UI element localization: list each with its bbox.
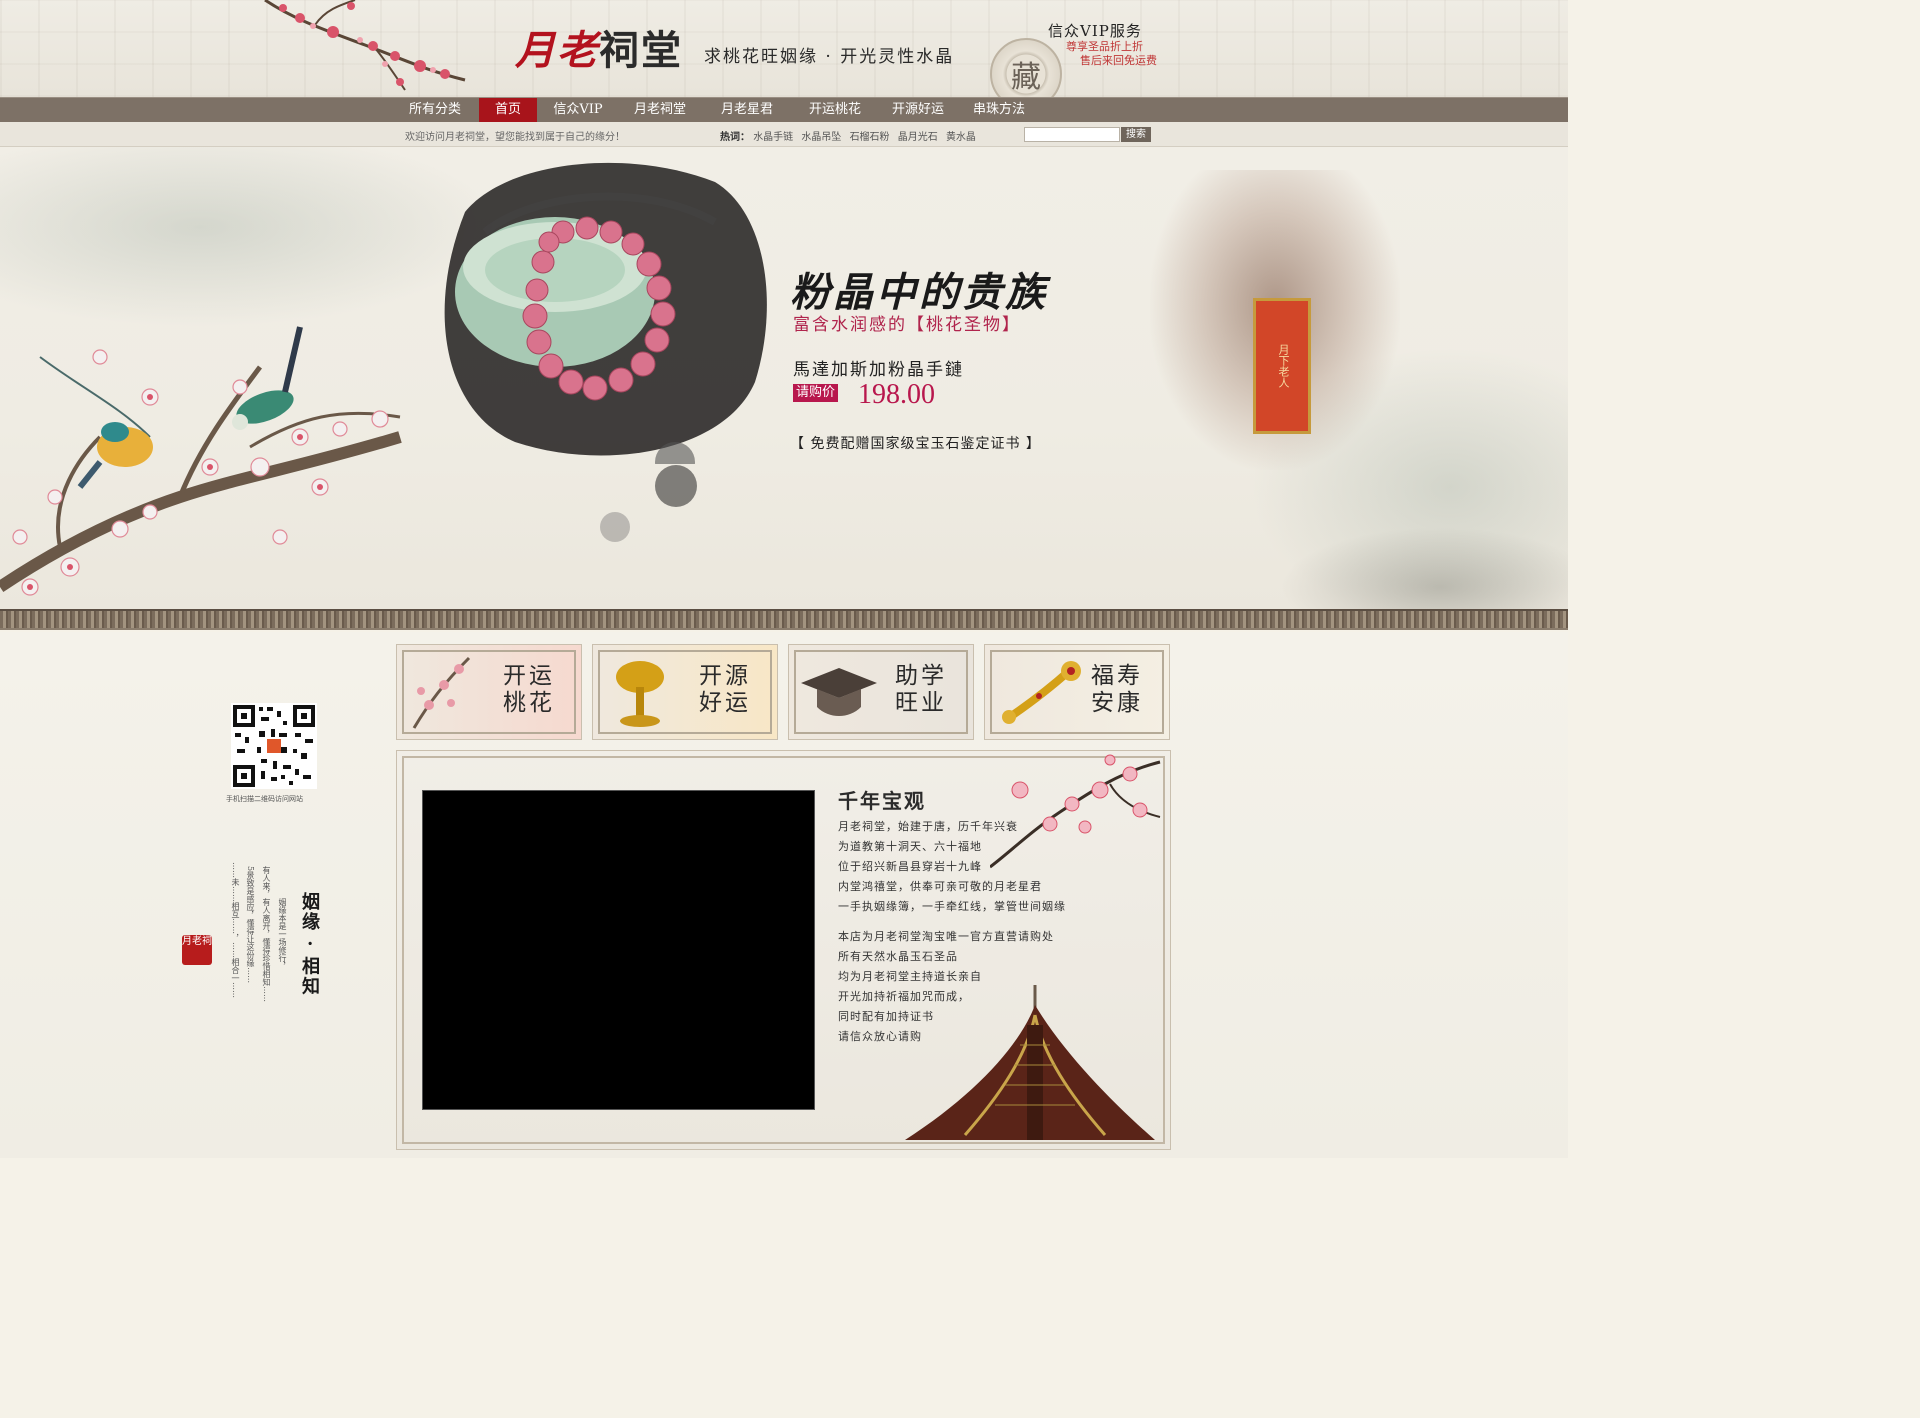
- plum-branch-decoration: [990, 754, 1161, 869]
- about-text-line: 一手执姻缘簿，一手牵红线，掌管世间姻缘: [838, 900, 1066, 913]
- info-bar: 欢迎访问月老祠堂，望您能找到属于自己的缘分！ 热词： 水晶手链 水晶吊坠 石榴石…: [0, 122, 1568, 147]
- about-text-line: 所有天然水晶玉石圣品: [838, 950, 958, 963]
- poem-column: ……未……相互……，……相合一……: [231, 862, 240, 998]
- poem-title: 姻缘 · 相知: [299, 892, 320, 997]
- seal-char: 藏: [1011, 60, 1041, 95]
- plaque: 月下老人: [1253, 298, 1311, 434]
- header: 月老祠堂 求桃花旺姻缘 · 开光灵性水晶 藏 信众VIP服务 尊享圣品折上折 售…: [0, 0, 1568, 97]
- hot-words: 热词： 水晶手链 水晶吊坠 石榴石粉 晶月光石 黄水晶: [720, 128, 981, 143]
- poem-column: 有人来，有人离开，懂得珍惜相知……: [262, 866, 271, 1002]
- product-price: 198.00: [858, 379, 935, 410]
- tile-study-career[interactable]: 助学 旺业: [788, 644, 974, 740]
- certificate-note: 【 免费配赠国家级宝玉石鉴定证书 】: [790, 436, 1041, 452]
- tile-label-line2: 好运: [699, 690, 751, 716]
- gold-tree-icon: [616, 661, 664, 727]
- tile-label: 开源 好运: [699, 663, 751, 717]
- hot-word-link[interactable]: 水晶吊坠: [801, 132, 841, 143]
- tile-label-line2: 桃花: [503, 690, 555, 716]
- tile-longevity[interactable]: 福寿 安康: [984, 644, 1170, 740]
- search-input[interactable]: [1024, 127, 1120, 142]
- product-name[interactable]: 馬達加斯加粉晶手鏈: [793, 355, 964, 380]
- ink-dot-decoration: [655, 465, 697, 507]
- about-text-line: 均为月老祠堂主持道长亲自: [838, 970, 982, 983]
- main-nav: 所有分类 首页 信众VIP 月老祠堂 月老星君 开运桃花 新 开源好运 新 串珠…: [0, 97, 1568, 208]
- about-text-line: 位于绍兴新昌县穿岩十九峰: [838, 860, 982, 873]
- tile-label-line1: 开源: [699, 663, 751, 689]
- poem-column: 5景致是感应，懂得让这份缘……: [246, 866, 255, 984]
- hot-word-link[interactable]: 黄水晶: [946, 132, 976, 143]
- tile-label-line2: 安康: [1091, 690, 1143, 716]
- red-seal-stamp: 月老祠: [182, 935, 212, 965]
- about-text-line: 月老祠堂，始建于唐，历千年兴衰: [838, 820, 1018, 833]
- nav-temple[interactable]: 月老祠堂: [625, 98, 695, 123]
- site-logo[interactable]: 月老祠堂: [515, 18, 683, 76]
- vip-benefit-2: 售后来回免运费: [1080, 54, 1157, 67]
- nav-good-luck[interactable]: 开源好运: [883, 98, 953, 123]
- tile-label-line1: 开运: [503, 663, 555, 689]
- tile-peach-luck[interactable]: 开运 桃花: [396, 644, 582, 740]
- qr-code[interactable]: [231, 703, 317, 789]
- search-button[interactable]: 搜索: [1121, 127, 1151, 142]
- product-subtitle: 富含水润感的【桃花圣物】: [793, 315, 1021, 335]
- nav-vip[interactable]: 信众VIP: [543, 98, 613, 123]
- poem-column: 姻缘本是一场修行，: [278, 898, 287, 970]
- tile-label: 助学 旺业: [895, 663, 947, 717]
- tile-label-line2: 旺业: [895, 690, 947, 716]
- nav-bead-method[interactable]: 串珠方法: [964, 98, 1034, 123]
- video-player[interactable]: [422, 790, 815, 1110]
- nav-star-lord[interactable]: 月老星君: [712, 98, 782, 123]
- hero-banner[interactable]: 粉晶中的贵族 富含水润感的【桃花圣物】 馬達加斯加粉晶手鏈 请购价 198.00…: [0, 147, 1568, 609]
- tile-label: 开运 桃花: [503, 663, 555, 717]
- nav-home[interactable]: 首页: [479, 98, 537, 123]
- hot-label: 热词：: [720, 132, 750, 143]
- tile-label-line1: 福寿: [1091, 663, 1143, 689]
- ink-dot-decoration: [600, 512, 630, 542]
- plum-icon: [412, 656, 471, 729]
- plum-blossom-decoration: [264, 0, 466, 91]
- logo-dark-text: 祠堂: [599, 27, 683, 74]
- product-image-bracelet: [444, 162, 767, 464]
- logo-red-text: 月老: [515, 27, 599, 74]
- tile-good-luck[interactable]: 开源 好运: [592, 644, 778, 740]
- about-text-line: 为道教第十洞天、六十福地: [838, 840, 982, 853]
- decorative-border-strip: [0, 609, 1568, 630]
- hot-word-link[interactable]: 晶月光石: [898, 132, 938, 143]
- about-text-line: 本店为月老祠堂淘宝唯一官方直营请购处: [838, 930, 1054, 943]
- hot-word-link[interactable]: 石榴石粉: [850, 132, 890, 143]
- tagline: 求桃花旺姻缘 · 开光灵性水晶: [704, 47, 955, 67]
- about-text-line: 内堂鸿禧堂，供奉可亲可敬的月老星君: [838, 880, 1042, 893]
- tile-label: 福寿 安康: [1091, 663, 1143, 717]
- ruyi-icon: [1002, 661, 1081, 724]
- graduation-cap-icon: [801, 668, 877, 716]
- nav-peach-luck[interactable]: 开运桃花: [800, 98, 870, 123]
- price-label: 请购价: [793, 384, 839, 402]
- about-title: 千年宝观: [838, 789, 926, 813]
- qr-caption: 手机扫描二维码访问网站: [226, 795, 303, 803]
- hot-word-link[interactable]: 水晶手链: [753, 132, 793, 143]
- tile-label-line1: 助学: [895, 663, 947, 689]
- pagoda-roof-image: [905, 985, 1155, 1140]
- welcome-text: 欢迎访问月老祠堂，望您能找到属于自己的缘分！: [405, 132, 625, 143]
- bird-branch-painting: [0, 326, 402, 596]
- nav-all-categories[interactable]: 所有分类: [395, 98, 475, 123]
